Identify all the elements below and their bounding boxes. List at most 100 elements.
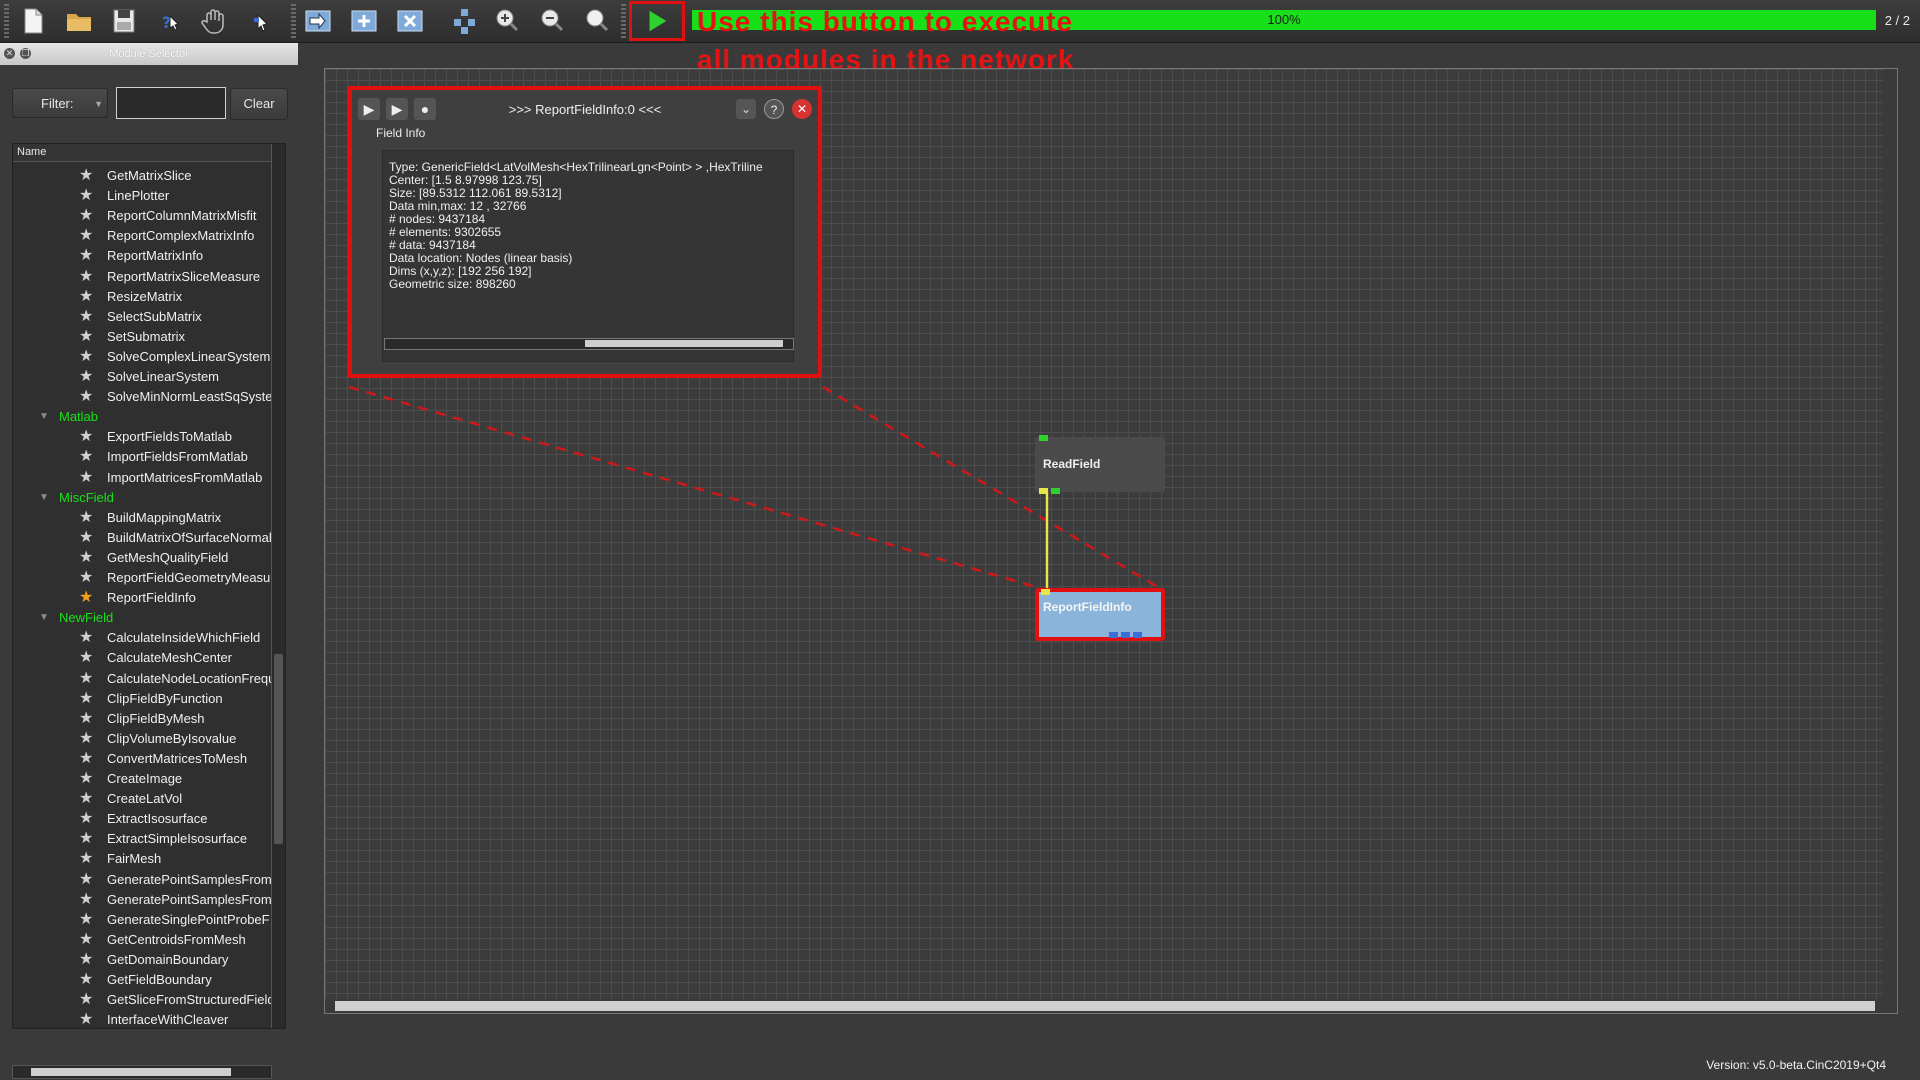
tree-hscroll-thumb[interactable] — [31, 1068, 231, 1076]
favorite-star-icon[interactable]: ★ — [79, 769, 97, 789]
module-row[interactable]: ★ ExportFieldsToMatlab — [13, 427, 271, 447]
module-row[interactable]: ★ ReportFieldGeometryMeasu — [13, 568, 271, 588]
favorite-star-icon[interactable]: ★ — [79, 588, 97, 608]
module-row[interactable]: ★ SolveMinNormLeastSqSyste — [13, 387, 271, 407]
new-file-icon[interactable] — [14, 2, 52, 40]
favorite-star-icon[interactable]: ★ — [79, 829, 97, 849]
pan-hand-icon[interactable] — [195, 2, 233, 40]
module-row[interactable]: ★ BuildMappingMatrix — [13, 508, 271, 528]
module-row[interactable]: ★ CalculateInsideWhichField — [13, 628, 271, 648]
output-port[interactable] — [1109, 632, 1118, 638]
output-port[interactable] — [1121, 632, 1130, 638]
favorite-star-icon[interactable]: ★ — [79, 508, 97, 528]
expand-arrow-icon[interactable]: ▼ — [39, 407, 49, 427]
canvas-hscroll-thumb[interactable] — [335, 1001, 1875, 1011]
category-row[interactable]: ▼ MiscField — [13, 488, 271, 508]
module-row[interactable]: ★ GeneratePointSamplesFrom — [13, 890, 271, 910]
expand-arrow-icon[interactable]: ▼ — [39, 608, 49, 628]
favorite-star-icon[interactable]: ★ — [79, 729, 97, 749]
module-row[interactable]: ★ ClipFieldByFunction — [13, 689, 271, 709]
favorite-star-icon[interactable]: ★ — [79, 749, 97, 769]
output-port[interactable] — [1133, 632, 1142, 638]
network-import-icon[interactable] — [299, 2, 337, 40]
dialog-horizontal-scrollbar[interactable] — [384, 338, 794, 350]
module-row[interactable]: ★ SolveComplexLinearSystem — [13, 347, 271, 367]
favorite-star-icon[interactable]: ★ — [79, 447, 97, 467]
favorite-star-icon[interactable]: ★ — [79, 870, 97, 890]
favorite-star-icon[interactable]: ★ — [79, 206, 97, 226]
module-row[interactable]: ★ GetMeshQualityField — [13, 548, 271, 568]
favorite-star-icon[interactable]: ★ — [79, 890, 97, 910]
canvas-vertical-scrollbar[interactable] — [1883, 69, 1897, 1013]
favorite-star-icon[interactable]: ★ — [79, 789, 97, 809]
module-row[interactable]: ★ ReportMatrixSliceMeasure — [13, 267, 271, 287]
favorite-star-icon[interactable]: ★ — [79, 628, 97, 648]
column-header-name[interactable]: Name — [13, 144, 285, 162]
module-row[interactable]: ★ BuildMatrixOfSurfaceNormal — [13, 528, 271, 548]
module-row[interactable]: ★ GetCentroidsFromMesh — [13, 930, 271, 950]
zoom-reset-icon[interactable] — [578, 2, 616, 40]
expand-arrow-icon[interactable]: ▼ — [39, 488, 49, 508]
filter-input[interactable] — [116, 87, 226, 119]
favorite-star-icon[interactable]: ★ — [79, 287, 97, 307]
whats-this-icon[interactable]: ? — [150, 2, 188, 40]
module-row[interactable]: ★ SetSubmatrix — [13, 327, 271, 347]
favorite-star-icon[interactable]: ★ — [79, 709, 97, 729]
favorite-star-icon[interactable]: ★ — [79, 468, 97, 488]
favorite-star-icon[interactable]: ★ — [79, 267, 97, 287]
panel-title-bar[interactable]: ✕ ❐ Module Selector — [0, 43, 298, 65]
module-row[interactable]: ★ GetDomainBoundary — [13, 950, 271, 970]
input-port[interactable] — [1039, 435, 1048, 441]
module-row[interactable]: ★ ConvertMatricesToMesh — [13, 749, 271, 769]
module-row[interactable]: ★ CalculateMeshCenter — [13, 648, 271, 668]
input-port[interactable] — [1041, 589, 1050, 595]
favorite-star-icon[interactable]: ★ — [79, 990, 97, 1010]
favorite-star-icon[interactable]: ★ — [79, 950, 97, 970]
favorite-star-icon[interactable]: ★ — [79, 548, 97, 568]
toolbar-grip[interactable] — [291, 4, 296, 38]
module-row[interactable]: ★ ImportMatricesFromMatlab — [13, 468, 271, 488]
favorite-star-icon[interactable]: ★ — [79, 347, 97, 367]
favorite-star-icon[interactable]: ★ — [79, 669, 97, 689]
close-icon[interactable]: ✕ — [4, 48, 15, 59]
category-row[interactable]: ▼ NewField — [13, 608, 271, 628]
module-reportfieldinfo[interactable]: ReportFieldInfo — [1035, 588, 1165, 641]
toolbar-grip[interactable] — [621, 4, 626, 38]
favorite-star-icon[interactable]: ★ — [79, 307, 97, 327]
add-module-icon[interactable] — [345, 2, 383, 40]
output-port[interactable] — [1039, 488, 1048, 494]
module-row[interactable]: ★ ReportComplexMatrixInfo — [13, 226, 271, 246]
execute-all-button[interactable] — [629, 1, 685, 41]
module-row[interactable]: ★ ResizeMatrix — [13, 287, 271, 307]
favorite-star-icon[interactable]: ★ — [79, 568, 97, 588]
zoom-in-icon[interactable] — [488, 2, 526, 40]
module-row[interactable]: ★ ClipVolumeByIsovalue — [13, 729, 271, 749]
module-row[interactable]: ★ GetSliceFromStructuredField — [13, 990, 271, 1010]
module-row[interactable]: ★ ExtractSimpleIsosurface — [13, 829, 271, 849]
favorite-star-icon[interactable]: ★ — [79, 528, 97, 548]
favorite-star-icon[interactable]: ★ — [79, 910, 97, 930]
module-row[interactable]: ★ GetMatrixSlice — [13, 166, 271, 186]
favorite-star-icon[interactable]: ★ — [79, 809, 97, 829]
favorite-star-icon[interactable]: ★ — [79, 930, 97, 950]
canvas-horizontal-scrollbar[interactable] — [325, 999, 1897, 1013]
favorite-star-icon[interactable]: ★ — [79, 648, 97, 668]
module-row[interactable]: ★ ImportFieldsFromMatlab — [13, 447, 271, 467]
save-icon[interactable] — [105, 2, 143, 40]
select-pointer-icon[interactable] — [242, 2, 280, 40]
help-button[interactable]: ? — [764, 99, 784, 119]
module-row[interactable]: ★ CreateImage — [13, 769, 271, 789]
favorite-star-icon[interactable]: ★ — [79, 849, 97, 869]
collapse-button[interactable]: ⌄ — [736, 99, 756, 119]
module-row[interactable]: ★ CreateLatVol — [13, 789, 271, 809]
delete-module-icon[interactable] — [391, 2, 429, 40]
module-row[interactable]: ★ InterfaceWithCleaver — [13, 1010, 271, 1028]
favorite-star-icon[interactable]: ★ — [79, 1010, 97, 1028]
reportfieldinfo-dialog[interactable]: ▶ ▶ ● >>> ReportFieldInfo:0 <<< ⌄ ? ✕ Fi… — [348, 86, 822, 378]
filter-dropdown[interactable]: Filter: ▼ — [12, 88, 108, 118]
module-row[interactable]: ★ LinePlotter — [13, 186, 271, 206]
tree-vertical-scrollbar[interactable] — [271, 144, 285, 1028]
favorite-star-icon[interactable]: ★ — [79, 367, 97, 387]
open-folder-icon[interactable] — [60, 2, 98, 40]
zoom-out-icon[interactable] — [533, 2, 571, 40]
